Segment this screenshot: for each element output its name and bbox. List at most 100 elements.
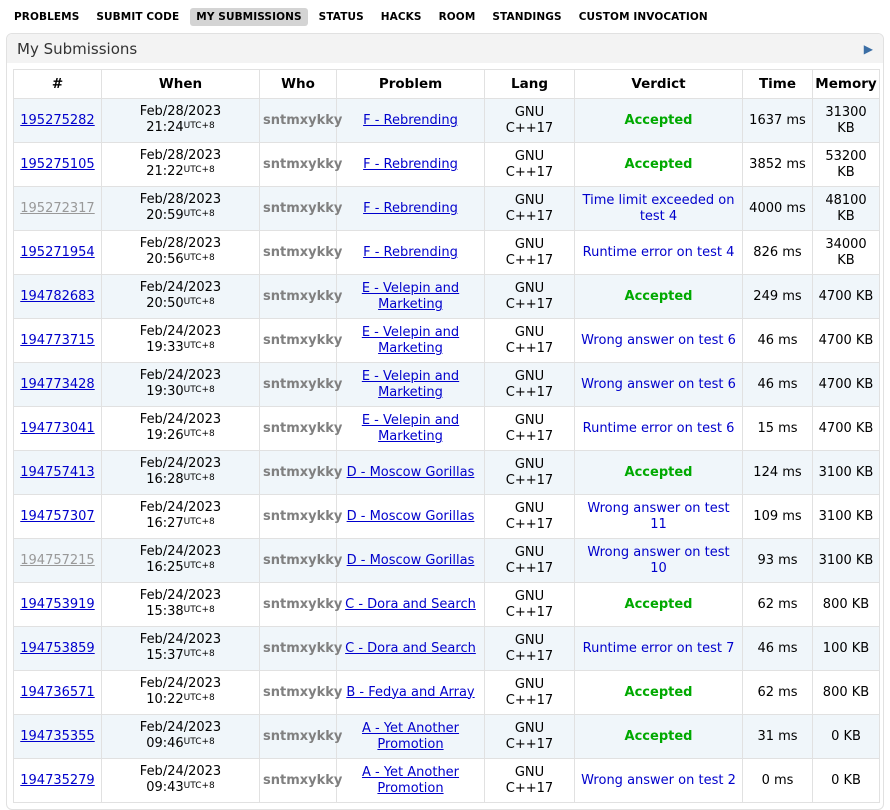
problem-link[interactable]: E - Velepin and Marketing (362, 281, 459, 312)
nav-hacks[interactable]: HACKS (375, 8, 428, 26)
verdict-text: Accepted (625, 729, 693, 744)
column-header-time: Time (743, 70, 813, 99)
nav-custom-invocation[interactable]: CUSTOM INVOCATION (573, 8, 714, 26)
problem-link[interactable]: C - Dora and Search (345, 641, 476, 656)
timezone-label: UTC+8 (184, 693, 215, 703)
table-row: 195271954 Feb/28/2023 20:56UTC+8 sntmxyk… (14, 231, 880, 275)
submission-date: Feb/24/2023 (105, 456, 256, 472)
timezone-label: UTC+8 (184, 385, 215, 395)
submission-runtime: 4000 ms (743, 187, 813, 231)
problem-link[interactable]: F - Rebrending (363, 245, 458, 260)
submission-memory: 100 KB (813, 627, 880, 671)
problem-link[interactable]: F - Rebrending (363, 157, 458, 172)
submission-author[interactable]: sntmxykky (263, 333, 342, 348)
collapse-arrow-icon[interactable]: ▶ (864, 43, 873, 55)
verdict-text: Accepted (625, 289, 693, 304)
submission-id-link[interactable]: 194735355 (20, 729, 94, 744)
submission-author[interactable]: sntmxykky (263, 685, 342, 700)
submission-lang: GNU C++17 (485, 187, 575, 231)
submission-author[interactable]: sntmxykky (263, 421, 342, 436)
submission-memory: 0 KB (813, 759, 880, 803)
nav-room[interactable]: ROOM (433, 8, 482, 26)
submission-author[interactable]: sntmxykky (263, 553, 342, 568)
nav-problems[interactable]: PROBLEMS (8, 8, 85, 26)
submission-id-link[interactable]: 194757307 (20, 509, 94, 524)
submission-lang: GNU C++17 (485, 143, 575, 187)
submission-when: Feb/28/2023 21:24UTC+8 (102, 99, 260, 143)
problem-link[interactable]: E - Velepin and Marketing (362, 325, 459, 356)
submission-author[interactable]: sntmxykky (263, 509, 342, 524)
problem-link[interactable]: B - Fedya and Array (346, 685, 474, 700)
submission-date: Feb/28/2023 (105, 148, 256, 164)
problem-link[interactable]: F - Rebrending (363, 201, 458, 216)
submission-memory: 31300 KB (813, 99, 880, 143)
submission-memory: 53200 KB (813, 143, 880, 187)
submission-id-link[interactable]: 195275282 (20, 113, 94, 128)
submissions-table: #WhenWhoProblemLangVerdictTimeMemory 195… (13, 69, 880, 803)
submission-date: Feb/24/2023 (105, 720, 256, 736)
submission-when: Feb/28/2023 21:22UTC+8 (102, 143, 260, 187)
submission-author[interactable]: sntmxykky (263, 157, 342, 172)
table-row: 194735279 Feb/24/2023 09:43UTC+8 sntmxyk… (14, 759, 880, 803)
submission-date: Feb/24/2023 (105, 764, 256, 780)
problem-link[interactable]: C - Dora and Search (345, 597, 476, 612)
problem-link[interactable]: D - Moscow Gorillas (347, 509, 475, 524)
submission-author[interactable]: sntmxykky (263, 201, 342, 216)
submission-author[interactable]: sntmxykky (263, 641, 342, 656)
submission-author[interactable]: sntmxykky (263, 377, 342, 392)
table-row: 194736571 Feb/24/2023 10:22UTC+8 sntmxyk… (14, 671, 880, 715)
submission-id-link[interactable]: 194753859 (20, 641, 94, 656)
submission-runtime: 46 ms (743, 319, 813, 363)
problem-link[interactable]: D - Moscow Gorillas (347, 465, 475, 480)
submission-lang: GNU C++17 (485, 363, 575, 407)
submission-author[interactable]: sntmxykky (263, 729, 342, 744)
submission-date: Feb/24/2023 (105, 280, 256, 296)
table-row: 194757413 Feb/24/2023 16:28UTC+8 sntmxyk… (14, 451, 880, 495)
submission-runtime: 93 ms (743, 539, 813, 583)
submission-memory: 4700 KB (813, 319, 880, 363)
submission-when: Feb/24/2023 10:22UTC+8 (102, 671, 260, 715)
submission-author[interactable]: sntmxykky (263, 245, 342, 260)
submission-id-link[interactable]: 194735279 (20, 773, 94, 788)
submission-when: Feb/24/2023 15:38UTC+8 (102, 583, 260, 627)
verdict-text: Time limit exceeded on test 4 (583, 193, 735, 224)
submission-author[interactable]: sntmxykky (263, 597, 342, 612)
nav-standings[interactable]: STANDINGS (486, 8, 567, 26)
submission-id-link[interactable]: 194773715 (20, 333, 94, 348)
submission-memory: 4700 KB (813, 363, 880, 407)
submission-memory: 34000 KB (813, 231, 880, 275)
submission-when: Feb/24/2023 09:43UTC+8 (102, 759, 260, 803)
submission-author[interactable]: sntmxykky (263, 113, 342, 128)
timezone-label: UTC+8 (184, 649, 215, 659)
submission-id-link[interactable]: 195271954 (20, 245, 94, 260)
submission-lang: GNU C++17 (485, 495, 575, 539)
submission-id-link[interactable]: 194782683 (20, 289, 94, 304)
problem-link[interactable]: E - Velepin and Marketing (362, 413, 459, 444)
submission-id-link[interactable]: 194757215 (20, 553, 94, 568)
problem-link[interactable]: A - Yet Another Promotion (362, 765, 459, 796)
submission-author[interactable]: sntmxykky (263, 289, 342, 304)
problem-link[interactable]: F - Rebrending (363, 113, 458, 128)
table-row: 194757215 Feb/24/2023 16:25UTC+8 sntmxyk… (14, 539, 880, 583)
problem-link[interactable]: E - Velepin and Marketing (362, 369, 459, 400)
submission-id-link[interactable]: 195272317 (20, 201, 94, 216)
submission-date: Feb/24/2023 (105, 368, 256, 384)
nav-status[interactable]: STATUS (313, 8, 370, 26)
submission-id-link[interactable]: 195275105 (20, 157, 94, 172)
nav-my-submissions[interactable]: MY SUBMISSIONS (190, 8, 307, 26)
submission-author[interactable]: sntmxykky (263, 465, 342, 480)
nav-submit-code[interactable]: SUBMIT CODE (90, 8, 185, 26)
problem-link[interactable]: A - Yet Another Promotion (362, 721, 459, 752)
submission-id-link[interactable]: 194753919 (20, 597, 94, 612)
table-row: 195275105 Feb/28/2023 21:22UTC+8 sntmxyk… (14, 143, 880, 187)
table-row: 194773041 Feb/24/2023 19:26UTC+8 sntmxyk… (14, 407, 880, 451)
submission-date: Feb/24/2023 (105, 412, 256, 428)
submission-id-link[interactable]: 194757413 (20, 465, 94, 480)
submission-author[interactable]: sntmxykky (263, 773, 342, 788)
problem-link[interactable]: D - Moscow Gorillas (347, 553, 475, 568)
submission-clock: 15:38UTC+8 (105, 604, 256, 621)
verdict-text: Runtime error on test 4 (583, 245, 735, 260)
submission-id-link[interactable]: 194773041 (20, 421, 94, 436)
submission-id-link[interactable]: 194736571 (20, 685, 94, 700)
submission-id-link[interactable]: 194773428 (20, 377, 94, 392)
